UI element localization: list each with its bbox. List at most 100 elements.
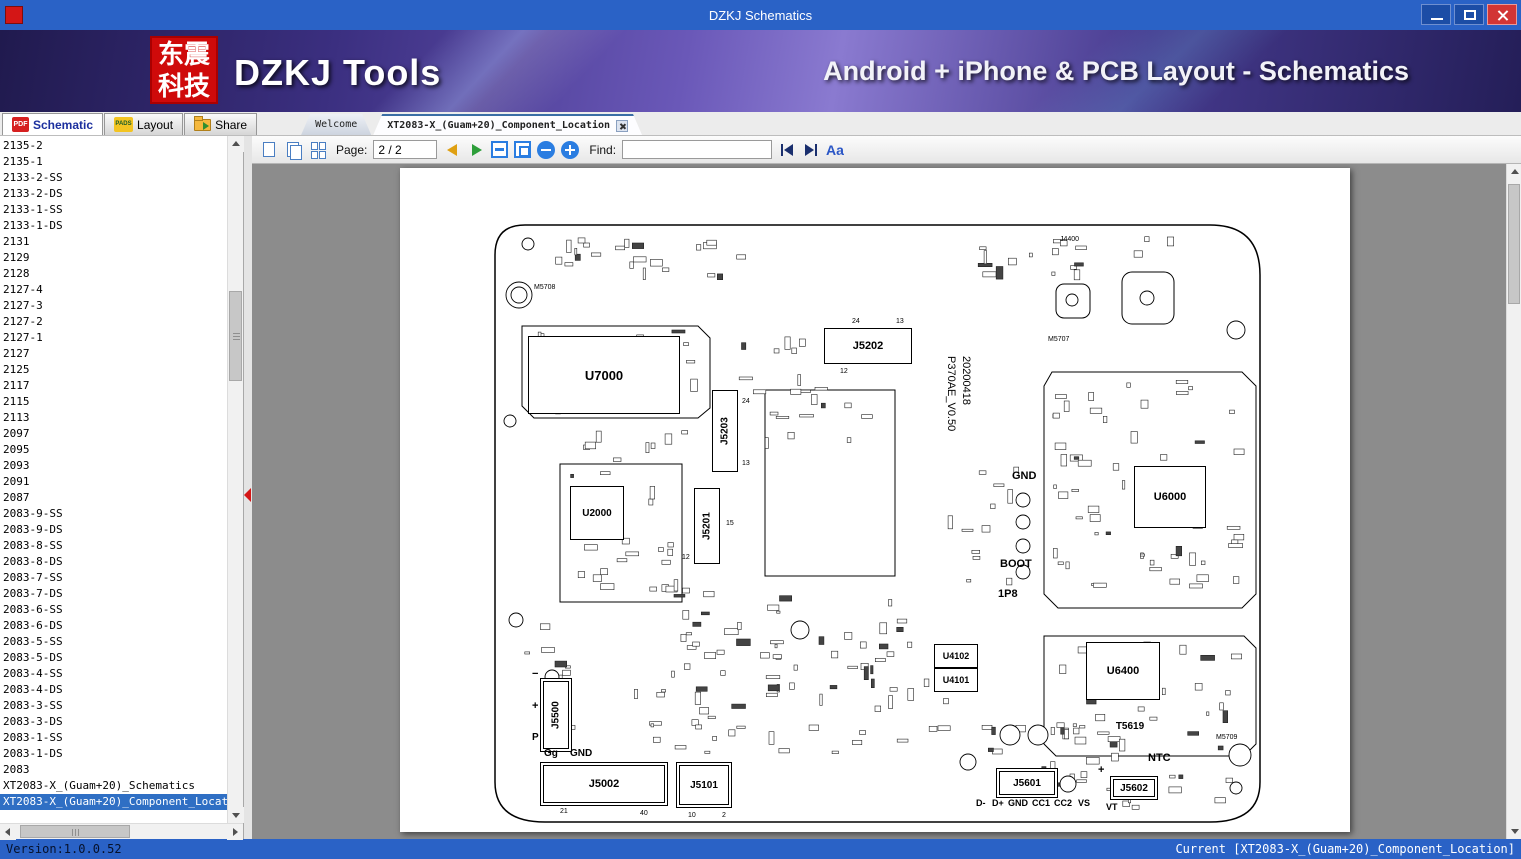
tab-component-location[interactable]: XT2083-X_(Guam+20)_Component_Location — [373, 114, 642, 135]
tab-bar: PDF Schematic PADS Layout Share Welcome … — [0, 112, 1521, 136]
pdf-vertical-scrollbar[interactable] — [1506, 164, 1521, 839]
sidebar-item[interactable]: 2117 — [0, 378, 227, 394]
pcb-text: − — [532, 668, 539, 680]
sidebar-item[interactable]: 2083-3-DS — [0, 714, 227, 730]
version-text: Version:1.0.0.52 — [6, 842, 122, 856]
sidebar-item[interactable]: 2125 — [0, 362, 227, 378]
sidebar-item[interactable]: 2128 — [0, 266, 227, 282]
sidebar-item[interactable]: 2083-3-SS — [0, 698, 227, 714]
sidebar-item[interactable]: 2135-1 — [0, 154, 227, 170]
pdf-scroll-up-button[interactable] — [1507, 164, 1521, 180]
scroll-down-button[interactable] — [228, 807, 244, 823]
sidebar-item[interactable]: 2135-2 — [0, 138, 227, 154]
tab-layout[interactable]: PADS Layout — [104, 113, 184, 135]
find-previous-button[interactable] — [778, 142, 796, 158]
sidebar-item[interactable]: 2083-4-SS — [0, 666, 227, 682]
maximize-button[interactable] — [1454, 4, 1484, 25]
logo-text-line2: 科技 — [157, 71, 210, 101]
sidebar-item[interactable]: 2113 — [0, 410, 227, 426]
sidebar-item[interactable]: 2115 — [0, 394, 227, 410]
find-input[interactable] — [622, 140, 773, 159]
pcb-component-u4102: U4102 — [934, 644, 978, 668]
next-page-button[interactable] — [467, 141, 485, 159]
sidebar-item[interactable]: XT2083-X_(Guam+20)_Component_Location — [0, 794, 227, 810]
banner: 东震 科技 DZKJ Tools Android + iPhone & PCB … — [0, 30, 1521, 112]
match-case-button[interactable]: Aa — [826, 141, 844, 159]
sidebar-item[interactable]: 2087 — [0, 490, 227, 506]
sidebar-splitter[interactable] — [244, 136, 252, 839]
sidebar-item[interactable]: 2127-3 — [0, 298, 227, 314]
zoom-in-button[interactable] — [561, 140, 580, 159]
sidebar-item[interactable]: 2083-6-SS — [0, 602, 227, 618]
single-page-view-icon[interactable] — [260, 140, 278, 160]
pads-icon: PADS — [114, 117, 134, 132]
sidebar-item[interactable]: 2083-8-SS — [0, 538, 227, 554]
previous-page-button[interactable] — [443, 141, 461, 159]
tab-component-location-label: XT2083-X_(Guam+20)_Component_Location — [387, 120, 611, 131]
arrow-left-icon — [5, 828, 10, 836]
sidebar-item[interactable]: 2083 — [0, 762, 227, 778]
mode-tabs: PDF Schematic PADS Layout Share — [2, 113, 258, 135]
sidebar-horizontal-scrollbar[interactable] — [0, 823, 243, 840]
sidebar-item[interactable]: 2083-6-DS — [0, 618, 227, 634]
sidebar-vertical-scrollbar[interactable] — [227, 136, 244, 823]
sidebar-item[interactable]: 2083-8-DS — [0, 554, 227, 570]
pcb-text: 15 — [726, 520, 734, 527]
pcb-component-j5002: J5002 — [540, 762, 668, 806]
zoom-out-button[interactable] — [537, 140, 556, 159]
sidebar-item[interactable]: 2083-4-DS — [0, 682, 227, 698]
sidebar-item[interactable]: 2127 — [0, 346, 227, 362]
find-next-button[interactable] — [802, 142, 820, 158]
dual-page-view-icon[interactable] — [284, 140, 302, 160]
sidebar-item[interactable]: 2083-5-SS — [0, 634, 227, 650]
pdf-scroll-down-button[interactable] — [1507, 823, 1521, 839]
tab-welcome[interactable]: Welcome — [301, 114, 371, 135]
pcb-component-u7000: U7000 — [528, 336, 680, 414]
sidebar-scroll-thumb[interactable] — [229, 291, 242, 381]
sidebar-item[interactable]: 2083-5-DS — [0, 650, 227, 666]
sidebar-item[interactable]: 2091 — [0, 474, 227, 490]
scroll-up-button[interactable] — [228, 136, 244, 152]
main-area: 2135-2 2135-1 2133-2-SS 2133-2-DS 2133-1-SS 2… — [0, 136, 1521, 840]
sidebar-item[interactable]: 2131 — [0, 234, 227, 250]
sidebar-item[interactable]: 2127-1 — [0, 330, 227, 346]
sidebar-item[interactable]: 2129 — [0, 250, 227, 266]
page-label: Page: — [336, 142, 368, 157]
tab-schematic[interactable]: PDF Schematic — [2, 113, 104, 135]
fit-page-button[interactable] — [514, 141, 532, 158]
sidebar-item[interactable]: 2097 — [0, 426, 227, 442]
sidebar-item[interactable]: 2133-1-SS — [0, 202, 227, 218]
scroll-right-button[interactable] — [227, 824, 243, 840]
pdf-canvas[interactable]: U7000 J5202 J5203 J5201 U2000 J5500 J5002 J5101… — [252, 164, 1506, 839]
sidebar-item[interactable]: 2093 — [0, 458, 227, 474]
sidebar-item[interactable]: 2083-1-DS — [0, 746, 227, 762]
tab-close-icon[interactable] — [616, 120, 628, 132]
multi-page-view-icon[interactable] — [308, 140, 326, 160]
sidebar-item[interactable]: 2127-2 — [0, 314, 227, 330]
pcb-text: 13 — [742, 460, 750, 467]
pdf-scroll-thumb[interactable] — [1508, 184, 1520, 304]
sidebar-item[interactable]: XT2083-X_(Guam+20)_Schematics — [0, 778, 227, 794]
sidebar-item[interactable]: 2083-7-DS — [0, 586, 227, 602]
sidebar-item[interactable]: 2083-1-SS — [0, 730, 227, 746]
page-input[interactable] — [373, 140, 438, 159]
minimize-button[interactable] — [1421, 4, 1451, 25]
sidebar-hscroll-thumb[interactable] — [20, 825, 130, 838]
sidebar-item[interactable]: 2095 — [0, 442, 227, 458]
fit-width-button[interactable] — [491, 141, 509, 158]
scroll-left-button[interactable] — [0, 824, 16, 840]
collapse-sidebar-icon[interactable] — [244, 488, 251, 502]
sidebar-item[interactable]: 2083-7-SS — [0, 570, 227, 586]
banner-subtitle: Android + iPhone & PCB Layout - Schemati… — [823, 56, 1409, 86]
sidebar-item[interactable]: 2133-2-DS — [0, 186, 227, 202]
sidebar-item[interactable]: 2133-1-DS — [0, 218, 227, 234]
pcb-text: 10 — [688, 812, 696, 819]
close-button[interactable] — [1487, 4, 1517, 25]
tab-share[interactable]: Share — [184, 113, 258, 135]
arrow-down-icon — [232, 813, 240, 818]
sidebar-item[interactable]: 2083-9-DS — [0, 522, 227, 538]
sidebar-item[interactable]: 2127-4 — [0, 282, 227, 298]
sidebar-item[interactable]: 2133-2-SS — [0, 170, 227, 186]
sidebar-item[interactable]: 2083-9-SS — [0, 506, 227, 522]
pcb-component-j5602: J5602 — [1110, 776, 1158, 800]
